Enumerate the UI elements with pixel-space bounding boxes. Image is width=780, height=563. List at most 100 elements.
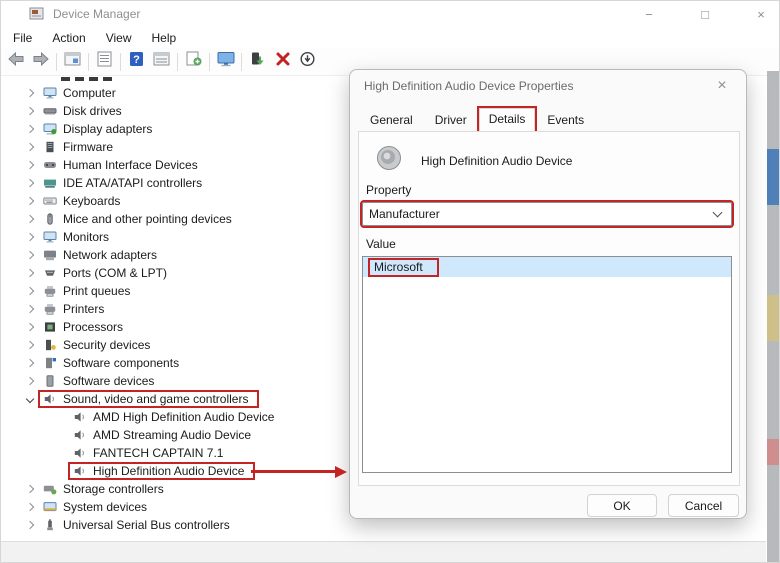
uninstall-device-button[interactable] — [270, 51, 295, 73]
clipped-tree-row — [61, 77, 131, 81]
tree-item-security-devices[interactable]: Security devices — [1, 336, 150, 354]
tree-item-label: Printers — [63, 302, 105, 316]
tree-item-label: Computer — [63, 86, 116, 100]
maximize-button[interactable]: □ — [697, 7, 713, 22]
tree-item-amd-high-definition-audio-device[interactable]: AMD High Definition Audio Device — [1, 408, 274, 426]
chevron-down-icon — [712, 207, 723, 218]
dialog-close-button[interactable]: × — [710, 74, 734, 98]
tree-item-label: Firmware — [63, 140, 113, 154]
chevron-right-icon[interactable] — [25, 340, 35, 350]
tab-events[interactable]: Events — [537, 109, 594, 132]
tree-item-ide-ata-atapi-controllers[interactable]: IDE ATA/ATAPI controllers — [1, 174, 202, 192]
close-button[interactable]: × — [753, 7, 769, 22]
menu-action[interactable]: Action — [42, 29, 95, 47]
tree-item-software-devices[interactable]: Software devices — [1, 372, 154, 390]
tree-item-amd-streaming-audio-device[interactable]: AMD Streaming Audio Device — [1, 426, 251, 444]
chevron-right-icon[interactable] — [25, 142, 35, 152]
show-console-tree-button[interactable] — [60, 51, 85, 73]
tree-item-sound-video-and-game-controllers[interactable]: Sound, video and game controllers — [1, 390, 260, 408]
tab-general[interactable]: General — [360, 109, 423, 132]
menu-file[interactable]: File — [3, 29, 42, 47]
chevron-right-icon[interactable] — [25, 484, 35, 494]
cancel-button[interactable]: Cancel — [668, 494, 739, 517]
items-list-button[interactable] — [149, 51, 174, 73]
chevron-right-icon[interactable] — [25, 214, 35, 224]
chevron-right-icon[interactable] — [25, 196, 35, 206]
scan-hardware-icon — [185, 51, 203, 72]
tree-item-label: Security devices — [63, 338, 151, 352]
chevron-right-icon[interactable] — [25, 358, 35, 368]
speaker-icon — [73, 411, 87, 423]
chevron-right-icon[interactable] — [25, 106, 35, 116]
update-driver-button[interactable] — [245, 51, 270, 73]
device-manager-icon — [29, 7, 45, 21]
disable-device-button[interactable] — [295, 51, 320, 73]
chevron-right-icon[interactable] — [25, 520, 35, 530]
tree-item-network-adapters[interactable]: Network adapters — [1, 246, 157, 264]
security-icon — [43, 339, 57, 351]
tree-item-monitors[interactable]: Monitors — [1, 228, 109, 246]
tree-item-high-definition-audio-device[interactable]: High Definition Audio Device — [1, 462, 256, 480]
tree-item-firmware[interactable]: Firmware — [1, 138, 113, 156]
nav-back-button[interactable] — [3, 51, 28, 73]
menu-help[interactable]: Help — [142, 29, 187, 47]
tree-item-display-adapters[interactable]: Display adapters — [1, 120, 152, 138]
svg-text:?: ? — [133, 54, 140, 66]
scan-hardware-button[interactable] — [181, 51, 206, 73]
chevron-right-icon[interactable] — [25, 160, 35, 170]
tree-item-label: Processors — [63, 320, 124, 334]
tree-item-printers[interactable]: Printers — [1, 300, 104, 318]
tree-item-mice-and-other-pointing-devices[interactable]: Mice and other pointing devices — [1, 210, 232, 228]
system-icon — [43, 501, 57, 513]
speaker-icon — [73, 429, 87, 441]
tree-item-ports-com-lpt[interactable]: Ports (COM & LPT) — [1, 264, 167, 282]
tree-item-processors[interactable]: Processors — [1, 318, 123, 336]
tree-item-fantech-captain-7-1[interactable]: FANTECH CAPTAIN 7.1 — [1, 444, 223, 462]
ok-button[interactable]: OK — [587, 494, 657, 517]
chevron-right-icon[interactable] — [25, 304, 35, 314]
device-name: High Definition Audio Device — [421, 153, 573, 168]
chevron-right-icon[interactable] — [25, 124, 35, 134]
tab-driver[interactable]: Driver — [425, 109, 477, 132]
menu-view[interactable]: View — [96, 29, 142, 47]
computer-button[interactable] — [213, 51, 238, 73]
chevron-right-icon[interactable] — [25, 178, 35, 188]
property-dropdown[interactable]: Manufacturer — [360, 200, 734, 228]
background-page-sliver — [767, 71, 779, 562]
properties-button[interactable] — [92, 51, 117, 73]
minimize-button[interactable]: − — [641, 7, 657, 22]
chevron-right-icon[interactable] — [25, 250, 35, 260]
tree-item-print-queues[interactable]: Print queues — [1, 282, 130, 300]
ports-icon — [43, 267, 57, 279]
chevron-right-icon[interactable] — [25, 502, 35, 512]
tree-item-computer[interactable]: Computer — [1, 84, 116, 102]
firmware-icon — [43, 141, 57, 153]
back-icon — [7, 51, 25, 72]
monitor-icon — [43, 231, 57, 243]
tree-item-label: Print queues — [63, 284, 131, 298]
tree-item-disk-drives[interactable]: Disk drives — [1, 102, 122, 120]
network-icon — [43, 249, 57, 261]
chevron-right-icon[interactable] — [25, 286, 35, 296]
tree-item-keyboards[interactable]: Keyboards — [1, 192, 120, 210]
chevron-down-icon[interactable] — [25, 394, 35, 404]
chevron-right-icon[interactable] — [25, 322, 35, 332]
tree-item-label: Monitors — [63, 230, 110, 244]
chevron-right-icon[interactable] — [25, 88, 35, 98]
uninstall-icon — [275, 51, 291, 72]
tree-item-storage-controllers[interactable]: Storage controllers — [1, 480, 164, 498]
value-listbox[interactable]: Microsoft — [362, 256, 732, 473]
tree-item-universal-serial-bus-controllers[interactable]: Universal Serial Bus controllers — [1, 516, 230, 534]
chevron-right-icon[interactable] — [25, 268, 35, 278]
tree-item-human-interface-devices[interactable]: Human Interface Devices — [1, 156, 198, 174]
tree-item-label: Ports (COM & LPT) — [63, 266, 168, 280]
tree-item-system-devices[interactable]: System devices — [1, 498, 147, 516]
value-list-item[interactable]: Microsoft — [363, 257, 731, 277]
disable-icon — [299, 51, 316, 72]
nav-forward-button[interactable] — [28, 51, 53, 73]
help-button[interactable]: ? — [124, 51, 149, 73]
tree-item-software-components[interactable]: Software components — [1, 354, 179, 372]
chevron-right-icon[interactable] — [25, 232, 35, 242]
tab-details[interactable]: Details — [476, 106, 538, 135]
chevron-right-icon[interactable] — [25, 376, 35, 386]
